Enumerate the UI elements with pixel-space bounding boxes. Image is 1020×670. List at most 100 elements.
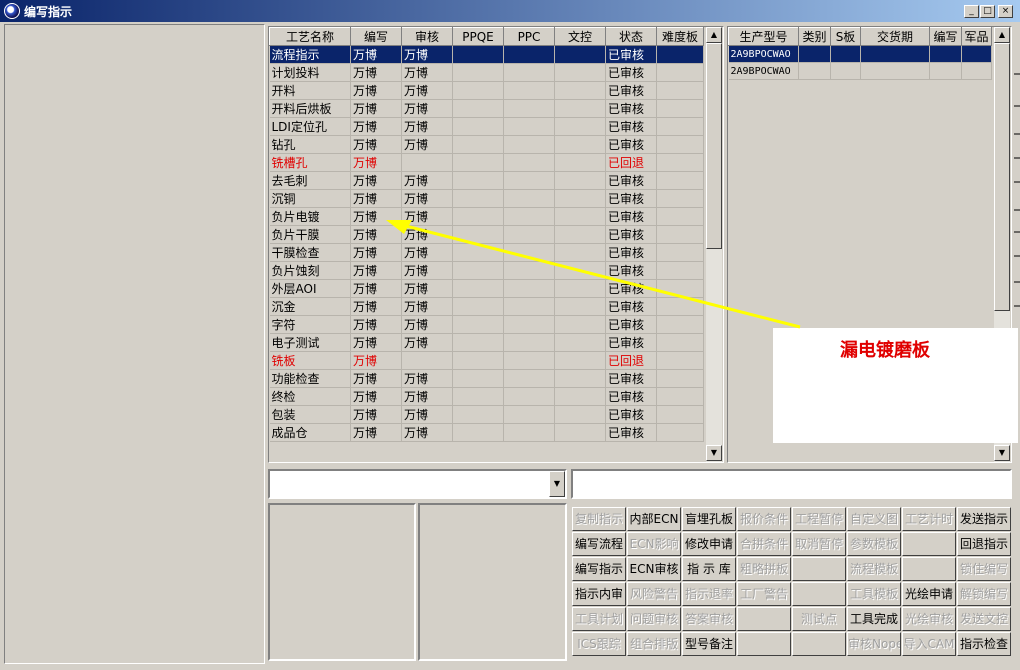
table-row[interactable]: 沉铜 万博 万博 已审核 [269,189,704,208]
table-row[interactable]: 功能检查 万博 万博 已审核 [269,369,704,388]
column-header[interactable]: PPC [503,27,555,46]
table-row[interactable]: 2A9BPOCWAO [728,45,992,63]
action-button[interactable]: 复制指示 [572,507,626,531]
action-button[interactable]: 组合排版 [627,632,681,656]
table-row[interactable]: LDI定位孔 万博 万博 已审核 [269,117,704,136]
process-vertical-scrollbar[interactable]: ▲ ▼ [705,27,722,462]
table-row[interactable]: 计划投料 万博 万博 已审核 [269,63,704,82]
column-header[interactable]: PPQE [452,27,504,46]
column-header[interactable]: 类别 [798,27,831,46]
maximize-button[interactable]: □ [980,5,995,18]
table-row[interactable]: 外层AOI 万博 万博 已审核 [269,279,704,298]
table-row[interactable]: 包装 万博 万博 已审核 [269,405,704,424]
action-button[interactable]: 发送指示 [957,507,1011,531]
action-button[interactable]: 工厂警告 [737,582,791,606]
process-grid[interactable]: 工艺名称 编写 审核 PPQE PPC 文控 状态 难度板 流程指示 万博 万博 已审核 计划投料 万博… [268,26,724,463]
action-button[interactable]: 取消暂停 [792,532,846,556]
scroll-up-arrow-icon[interactable]: ▲ [706,27,722,43]
table-row[interactable]: 铣板 万博 已回退 [269,351,704,370]
action-button[interactable]: 流程模板 [847,557,901,581]
action-button[interactable]: 指 示 库 [682,557,736,581]
blank-button[interactable] [737,607,791,631]
action-button[interactable]: 自定义图 [847,507,901,531]
action-button[interactable]: 粗略拼板 [737,557,791,581]
table-row[interactable]: 钻孔 万博 万博 已审核 [269,135,704,154]
action-button[interactable]: 光绘审核 [902,607,956,631]
blank-button[interactable] [792,632,846,656]
left-combo-box[interactable]: ▼ [268,469,567,499]
action-button[interactable]: 型号备注 [682,632,736,656]
scroll-thumb[interactable] [994,43,1010,311]
scroll-up-arrow-icon[interactable]: ▲ [994,27,1010,43]
column-header[interactable]: 工艺名称 [269,27,351,46]
action-button[interactable]: 编写指示 [572,557,626,581]
action-button[interactable]: 指示检查 [957,632,1011,656]
blank-button[interactable] [737,632,791,656]
table-row[interactable]: 流程指示 万博 万博 已审核 [269,45,704,64]
action-button[interactable]: 编写流程 [572,532,626,556]
close-button[interactable]: × [998,5,1013,18]
action-button[interactable]: 审核Nope [847,632,901,656]
blank-button[interactable] [792,582,846,606]
action-button[interactable]: 答案审核 [682,607,736,631]
action-button[interactable]: 内部ECN [627,507,681,531]
scroll-down-arrow-icon[interactable]: ▼ [994,445,1010,461]
table-row[interactable]: 铣槽孔 万博 已回退 [269,153,704,172]
column-header[interactable]: 审核 [401,27,453,46]
column-header[interactable]: 难度板 [656,27,704,46]
table-row[interactable]: 沉金 万博 万博 已审核 [269,297,704,316]
table-row[interactable]: 去毛刺 万博 万博 已审核 [269,171,704,190]
scroll-thumb[interactable] [706,43,722,249]
column-header[interactable]: 生产型号 [728,27,799,46]
action-button[interactable]: 参数模板 [847,532,901,556]
column-header[interactable]: S板 [830,27,861,46]
action-button[interactable]: 解锁编写 [957,582,1011,606]
scroll-down-arrow-icon[interactable]: ▼ [706,445,722,461]
action-button[interactable]: 工具模板 [847,582,901,606]
action-button[interactable]: 问题审核 [627,607,681,631]
table-row[interactable]: 负片电镀 万博 万博 已审核 [269,207,704,226]
action-button[interactable]: ECN审核 [627,557,681,581]
table-row[interactable]: 负片蚀刻 万博 万博 已审核 [269,261,704,280]
table-row[interactable]: 字符 万博 万博 已审核 [269,315,704,334]
column-header[interactable]: 交货期 [860,27,930,46]
action-button[interactable]: ECN影响 [627,532,681,556]
column-header[interactable]: 军品 [961,27,992,46]
table-row[interactable]: 干膜检查 万博 万博 已审核 [269,243,704,262]
action-button[interactable]: 回退指示 [957,532,1011,556]
table-row[interactable]: 2A9BPOCWAO [728,62,992,80]
blank-button[interactable] [902,532,956,556]
action-button[interactable]: 导入CAM [902,632,956,656]
blank-button[interactable] [902,557,956,581]
action-button[interactable]: 光绘申请 [902,582,956,606]
column-header[interactable]: 文控 [554,27,606,46]
action-button[interactable]: 工具完成 [847,607,901,631]
action-button[interactable]: ICS跟踪 [572,632,626,656]
right-input-box[interactable] [571,469,1012,499]
table-row[interactable]: 成品仓 万博 万博 已审核 [269,423,704,442]
action-button[interactable]: 风险警告 [627,582,681,606]
action-button[interactable]: 盲埋孔板 [682,507,736,531]
dropdown-arrow-icon[interactable]: ▼ [549,471,565,497]
table-row[interactable]: 负片干膜 万博 万博 已审核 [269,225,704,244]
blank-button[interactable] [792,557,846,581]
action-button[interactable]: 合拼条件 [737,532,791,556]
action-button[interactable]: 工程暂停 [792,507,846,531]
table-row[interactable]: 开料后烘板 万博 万博 已审核 [269,99,704,118]
table-row[interactable]: 开料 万博 万博 已审核 [269,81,704,100]
action-button[interactable]: 锁住编写 [957,557,1011,581]
action-button[interactable]: 工具计划 [572,607,626,631]
action-button[interactable]: 工艺计时 [902,507,956,531]
column-header[interactable]: 状态 [605,27,657,46]
action-button[interactable]: 指示内审 [572,582,626,606]
column-header[interactable]: 编写 [350,27,402,46]
column-header[interactable]: 编写 [929,27,962,46]
action-button[interactable]: 发送文控 [957,607,1011,631]
action-button[interactable]: 测试点 [792,607,846,631]
table-row[interactable]: 电子测试 万博 万博 已审核 [269,333,704,352]
action-button[interactable]: 报价条件 [737,507,791,531]
action-button[interactable]: 修改申请 [682,532,736,556]
minimize-button[interactable]: _ [964,5,979,18]
table-row[interactable]: 终检 万博 万博 已审核 [269,387,704,406]
action-button[interactable]: 指示退率 [682,582,736,606]
